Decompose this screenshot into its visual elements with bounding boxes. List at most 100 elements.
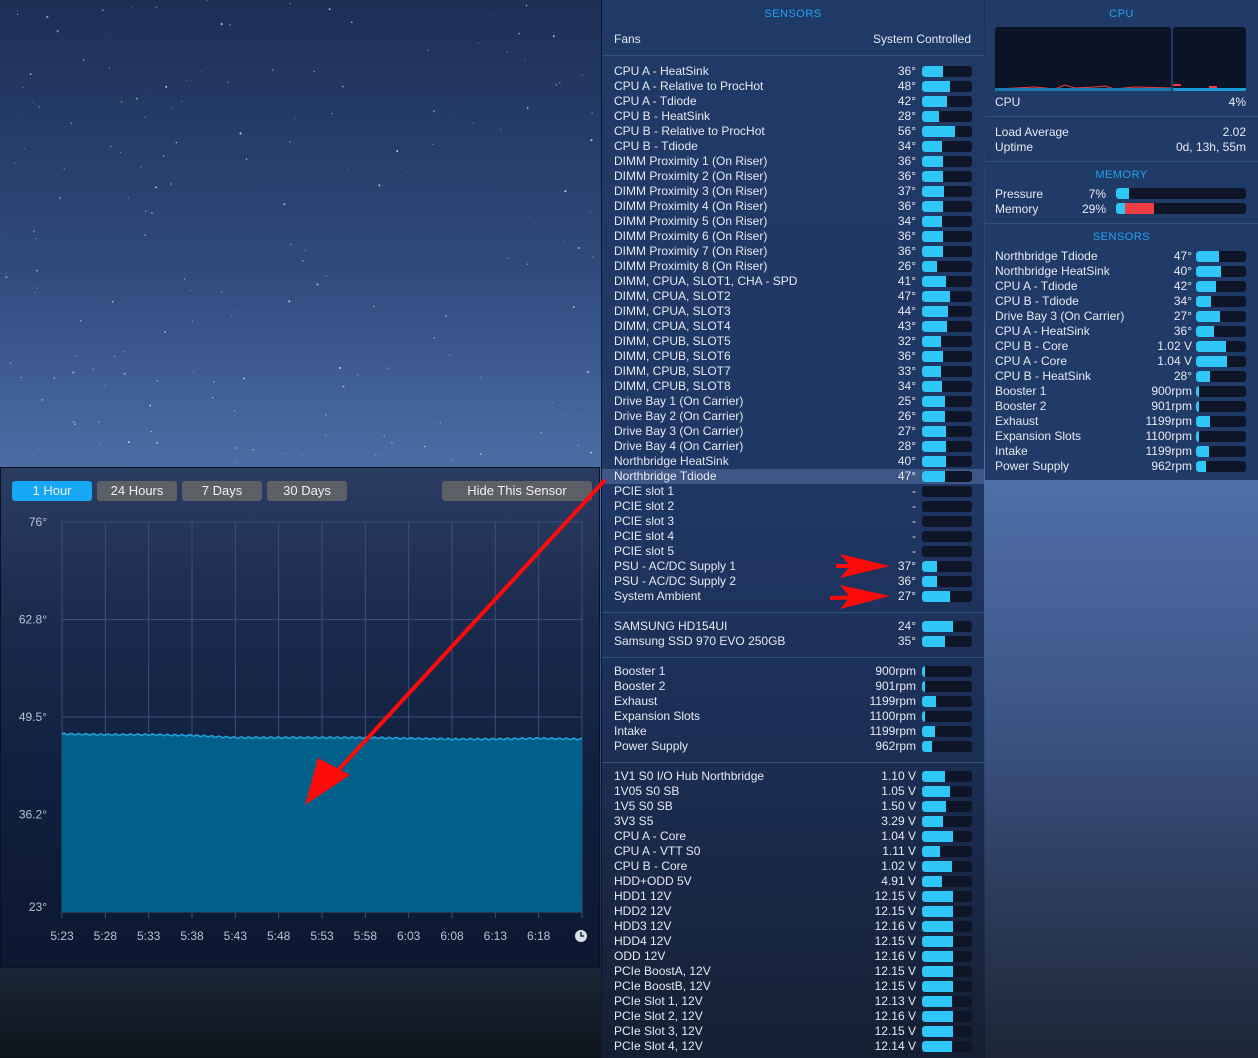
sensor-row[interactable]: Northbridge HeatSink 40°: [614, 454, 972, 469]
sensor-row[interactable]: Drive Bay 1 (On Carrier) 25°: [614, 394, 972, 409]
overview-sensor-row[interactable]: Power Supply 962rpm: [995, 459, 1246, 474]
sensor-row[interactable]: DIMM Proximity 3 (On Riser) 37°: [614, 184, 972, 199]
sensor-row[interactable]: HDD2 12V 12.15 V: [614, 904, 972, 919]
overview-sensor-row[interactable]: CPU A - HeatSink 36°: [995, 324, 1246, 339]
sensor-row[interactable]: DIMM, CPUA, SLOT2 47°: [614, 289, 972, 304]
sensor-row[interactable]: PCIE slot 2 -: [614, 499, 972, 514]
sensor-row[interactable]: DIMM, CPUB, SLOT6 36°: [614, 349, 972, 364]
sensor-row[interactable]: CPU B - Tdiode 34°: [614, 139, 972, 154]
sensor-row[interactable]: CPU A - VTT S0 1.11 V: [614, 844, 972, 859]
sensor-row[interactable]: DIMM, CPUA, SLOT4 43°: [614, 319, 972, 334]
sensor-label: PCIe BoostA, 12V: [614, 964, 711, 978]
overview-sensor-row[interactable]: Booster 1 900rpm: [995, 384, 1246, 399]
sensor-row[interactable]: DIMM Proximity 6 (On Riser) 36°: [614, 229, 972, 244]
sensor-row[interactable]: PCIe BoostA, 12V 12.15 V: [614, 964, 972, 979]
overview-sensor-row[interactable]: Exhaust 1199rpm: [995, 414, 1246, 429]
sensor-row[interactable]: DIMM, CPUA, SLOT3 44°: [614, 304, 972, 319]
cpu-core-graph: [1173, 27, 1246, 91]
sensor-row[interactable]: DIMM Proximity 7 (On Riser) 36°: [614, 244, 972, 259]
sensor-value: 47°: [897, 289, 916, 303]
sensor-row[interactable]: PCIE slot 5 -: [614, 544, 972, 559]
sensor-row[interactable]: CPU B - Relative to ProcHot 56°: [614, 124, 972, 139]
sensor-row[interactable]: PCIE slot 1 -: [614, 484, 972, 499]
star: [373, 305, 375, 308]
sensor-row[interactable]: CPU A - HeatSink 36°: [614, 64, 972, 79]
sensor-label: CPU B - Core: [614, 859, 688, 873]
star: [470, 244, 472, 246]
sensor-row[interactable]: ODD 12V 12.16 V: [614, 949, 972, 964]
sensor-row[interactable]: PCIE slot 3 -: [614, 514, 972, 529]
sensor-label: Expansion Slots: [614, 709, 701, 723]
sensor-row[interactable]: Booster 1 900rpm: [614, 664, 972, 679]
overview-sensor-row[interactable]: CPU B - Core 1.02 V: [995, 339, 1246, 354]
sensor-row[interactable]: Samsung SSD 970 EVO 250GB 35°: [614, 634, 972, 649]
overview-sensor-row[interactable]: CPU A - Core 1.04 V: [995, 354, 1246, 369]
sensor-label: Samsung SSD 970 EVO 250GB: [614, 634, 786, 648]
overview-sensor-row[interactable]: CPU A - Tdiode 42°: [995, 279, 1246, 294]
sensor-history-window: 1 Hour 24 Hours 7 Days 30 Days Hide This Se…: [0, 467, 600, 968]
sensor-row[interactable]: HDD4 12V 12.15 V: [614, 934, 972, 949]
overview-sensor-row[interactable]: Drive Bay 3 (On Carrier) 27°: [995, 309, 1246, 324]
sensor-row[interactable]: Drive Bay 3 (On Carrier) 27°: [614, 424, 972, 439]
sensor-row[interactable]: PCIe Slot 2, 12V 12.16 V: [614, 1009, 972, 1024]
sensor-bar: [1196, 296, 1246, 307]
overview-sensor-row[interactable]: Booster 2 901rpm: [995, 399, 1246, 414]
sensor-row[interactable]: Drive Bay 2 (On Carrier) 26°: [614, 409, 972, 424]
sensor-row[interactable]: Booster 2 901rpm: [614, 679, 972, 694]
sensor-row[interactable]: DIMM Proximity 2 (On Riser) 36°: [614, 169, 972, 184]
sensor-row[interactable]: DIMM Proximity 1 (On Riser) 36°: [614, 154, 972, 169]
star: [313, 70, 315, 73]
sensor-bar: [922, 576, 972, 587]
overview-sensor-row[interactable]: Northbridge Tdiode 47°: [995, 249, 1246, 264]
overview-sensor-row[interactable]: Expansion Slots 1100rpm: [995, 429, 1246, 444]
sensor-row[interactable]: DIMM, CPUA, SLOT1, CHA - SPD 41°: [614, 274, 972, 289]
overview-sensor-row[interactable]: Northbridge HeatSink 40°: [995, 264, 1246, 279]
sensor-bar: [922, 936, 972, 947]
sensor-row[interactable]: CPU A - Core 1.04 V: [614, 829, 972, 844]
sensor-row[interactable]: Intake 1199rpm: [614, 724, 972, 739]
sensor-row[interactable]: Exhaust 1199rpm: [614, 694, 972, 709]
overview-sensor-row[interactable]: CPU B - Tdiode 34°: [995, 294, 1246, 309]
sensor-row[interactable]: PCIe Slot 1, 12V 12.13 V: [614, 994, 972, 1009]
sensor-row[interactable]: DIMM, CPUB, SLOT8 34°: [614, 379, 972, 394]
sensor-row[interactable]: PCIe Slot 4, 12V 12.14 V: [614, 1039, 972, 1054]
sensor-row[interactable]: 1V5 S0 SB 1.50 V: [614, 799, 972, 814]
sensor-value: 27°: [897, 589, 916, 603]
overview-sensor-row[interactable]: CPU B - HeatSink 28°: [995, 369, 1246, 384]
sensor-value: 36°: [897, 244, 916, 258]
sensor-row[interactable]: HDD1 12V 12.15 V: [614, 889, 972, 904]
sensor-row[interactable]: DIMM Proximity 8 (On Riser) 26°: [614, 259, 972, 274]
sensor-row[interactable]: CPU B - HeatSink 28°: [614, 109, 972, 124]
clock-icon[interactable]: [575, 930, 587, 942]
sensor-row[interactable]: PCIE slot 4 -: [614, 529, 972, 544]
sensor-row[interactable]: Drive Bay 4 (On Carrier) 28°: [614, 439, 972, 454]
sensor-row[interactable]: HDD3 12V 12.16 V: [614, 919, 972, 934]
sensor-row[interactable]: PSU - AC/DC Supply 2 36°: [614, 574, 972, 589]
sensor-row[interactable]: DIMM, CPUB, SLOT5 32°: [614, 334, 972, 349]
sensor-row[interactable]: 3V3 S5 3.29 V: [614, 814, 972, 829]
overview-sensor-row[interactable]: Intake 1199rpm: [995, 444, 1246, 459]
sensor-row[interactable]: Power Supply 962rpm: [614, 739, 972, 754]
sensor-row[interactable]: PCIe BoostB, 12V 12.15 V: [614, 979, 972, 994]
sensor-row[interactable]: PSU - AC/DC Supply 1 37°: [614, 559, 972, 574]
fans-mode-button[interactable]: System Controlled: [873, 32, 971, 46]
sensor-row[interactable]: System Ambient 27°: [614, 589, 972, 604]
sensor-row[interactable]: CPU B - Core 1.02 V: [614, 859, 972, 874]
right-sensors-title: SENSORS: [1092, 231, 1151, 243]
sensor-bar: [1196, 251, 1246, 262]
star: [37, 449, 39, 450]
sensor-row[interactable]: Northbridge Tdiode 47°: [602, 469, 984, 484]
sensor-row[interactable]: DIMM Proximity 4 (On Riser) 36°: [614, 199, 972, 214]
sensor-row[interactable]: CPU A - Relative to ProcHot 48°: [614, 79, 972, 94]
sensor-row[interactable]: DIMM Proximity 5 (On Riser) 34°: [614, 214, 972, 229]
sensor-row[interactable]: HDD+ODD 5V 4.91 V: [614, 874, 972, 889]
sensor-row[interactable]: PCIe Slot 3, 12V 12.15 V: [614, 1024, 972, 1039]
sensor-value: 25°: [897, 394, 916, 408]
sensor-row[interactable]: SAMSUNG HD154UI 24°: [614, 619, 972, 634]
sensor-row[interactable]: DIMM, CPUB, SLOT7 33°: [614, 364, 972, 379]
star: [16, 13, 19, 15]
sensor-row[interactable]: 1V05 S0 SB 1.05 V: [614, 784, 972, 799]
sensor-row[interactable]: 1V1 S0 I/O Hub Northbridge 1.10 V: [614, 769, 972, 784]
sensor-row[interactable]: CPU A - Tdiode 42°: [614, 94, 972, 109]
sensor-row[interactable]: Expansion Slots 1100rpm: [614, 709, 972, 724]
